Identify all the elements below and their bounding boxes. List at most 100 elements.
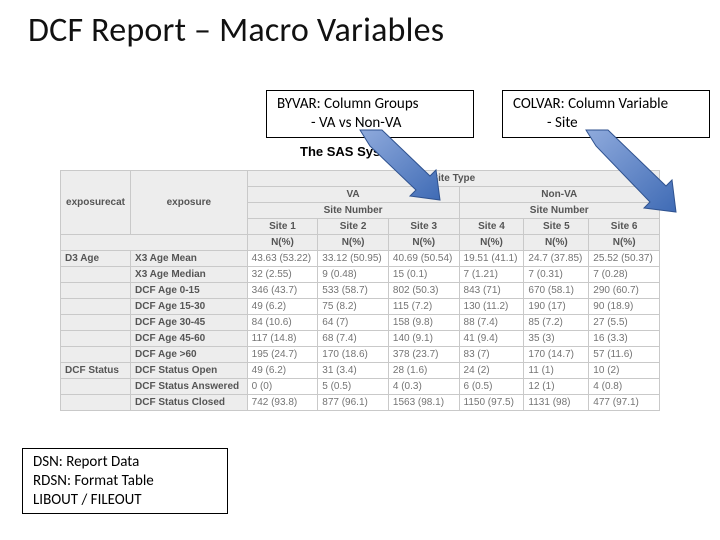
cell-value: 49 (6.2) xyxy=(247,363,318,379)
sas-system-title: The SAS System xyxy=(300,144,403,159)
cell-cat xyxy=(61,283,131,299)
cell-value: 170 (18.6) xyxy=(318,347,389,363)
cell-value: 85 (7.2) xyxy=(524,315,589,331)
cell-value: 83 (7) xyxy=(459,347,524,363)
col-metric: N(%) xyxy=(589,235,660,251)
cell-value: 533 (58.7) xyxy=(318,283,389,299)
cell-exposure: DCF Status Answered xyxy=(131,379,248,395)
col-metric: N(%) xyxy=(524,235,589,251)
col-group-nonva: Non-VA xyxy=(459,187,659,203)
col-sitenum: Site Number xyxy=(459,203,659,219)
col-exposurecat: exposurecat xyxy=(61,171,131,235)
cell-value: 49 (6.2) xyxy=(247,299,318,315)
col-metric: N(%) xyxy=(459,235,524,251)
cell-value: 10 (2) xyxy=(589,363,660,379)
cell-exposure: DCF Status Closed xyxy=(131,395,248,411)
cell-value: 4 (0.8) xyxy=(589,379,660,395)
cell-value: 170 (14.7) xyxy=(524,347,589,363)
cell-value: 40.69 (50.54) xyxy=(388,251,459,267)
cell-cat: D3 Age xyxy=(61,251,131,267)
cell-value: 27 (5.5) xyxy=(589,315,660,331)
cell-value: 742 (93.8) xyxy=(247,395,318,411)
cell-value: 9 (0.48) xyxy=(318,267,389,283)
callout-dsn: DSN: Report Data RDSN: Format Table LIBO… xyxy=(22,448,228,514)
cell-value: 158 (9.8) xyxy=(388,315,459,331)
col-group-va: VA xyxy=(247,187,459,203)
cell-value: 90 (18.9) xyxy=(589,299,660,315)
cell-value: 7 (0.31) xyxy=(524,267,589,283)
col-metric: N(%) xyxy=(247,235,318,251)
callout-line: DSN: Report Data xyxy=(33,453,217,472)
col-site: Site 1 xyxy=(247,219,318,235)
cell-value: 346 (43.7) xyxy=(247,283,318,299)
cell-value: 1563 (98.1) xyxy=(388,395,459,411)
callout-line: BYVAR: Column Groups xyxy=(277,95,463,114)
cell-value: 25.52 (50.37) xyxy=(589,251,660,267)
cell-cat xyxy=(61,299,131,315)
cell-value: 19.51 (41.1) xyxy=(459,251,524,267)
cell-value: 16 (3.3) xyxy=(589,331,660,347)
cell-value: 5 (0.5) xyxy=(318,379,389,395)
cell-value: 130 (11.2) xyxy=(459,299,524,315)
cell-value: 12 (1) xyxy=(524,379,589,395)
callout-line: - VA vs Non-VA xyxy=(277,114,463,133)
cell-exposure: DCF Status Open xyxy=(131,363,248,379)
cell-value: 33.12 (50.95) xyxy=(318,251,389,267)
col-site: Site 5 xyxy=(524,219,589,235)
callout-line: LIBOUT / FILEOUT xyxy=(33,491,217,510)
col-sitenum: Site Number xyxy=(247,203,459,219)
cell-value: 115 (7.2) xyxy=(388,299,459,315)
cell-exposure: X3 Age Mean xyxy=(131,251,248,267)
cell-cat xyxy=(61,347,131,363)
cell-value: 57 (11.6) xyxy=(589,347,660,363)
report-table: exposurecat exposure Site Type VA Non-VA… xyxy=(60,170,660,411)
cell-value: 35 (3) xyxy=(524,331,589,347)
cell-value: 1150 (97.5) xyxy=(459,395,524,411)
col-metric: N(%) xyxy=(388,235,459,251)
cell-value: 41 (9.4) xyxy=(459,331,524,347)
cell-value: 195 (24.7) xyxy=(247,347,318,363)
cell-value: 117 (14.8) xyxy=(247,331,318,347)
cell-value: 31 (3.4) xyxy=(318,363,389,379)
cell-value: 7 (1.21) xyxy=(459,267,524,283)
cell-value: 75 (8.2) xyxy=(318,299,389,315)
cell-value: 88 (7.4) xyxy=(459,315,524,331)
cell-value: 24 (2) xyxy=(459,363,524,379)
cell-exposure: DCF Age 30-45 xyxy=(131,315,248,331)
cell-value: 4 (0.3) xyxy=(388,379,459,395)
cell-exposure: DCF Age 45-60 xyxy=(131,331,248,347)
cell-value: 140 (9.1) xyxy=(388,331,459,347)
cell-value: 15 (0.1) xyxy=(388,267,459,283)
callout-line: COLVAR: Column Variable xyxy=(513,95,699,114)
cell-value: 290 (60.7) xyxy=(589,283,660,299)
cell-value: 1131 (98) xyxy=(524,395,589,411)
cell-value: 477 (97.1) xyxy=(589,395,660,411)
col-site: Site 4 xyxy=(459,219,524,235)
cell-value: 43.63 (53.22) xyxy=(247,251,318,267)
col-metric: N(%) xyxy=(318,235,389,251)
cell-value: 0 (0) xyxy=(247,379,318,395)
cell-value: 24.7 (37.85) xyxy=(524,251,589,267)
cell-cat xyxy=(61,315,131,331)
col-sitetype: Site Type xyxy=(247,171,659,187)
cell-value: 670 (58.1) xyxy=(524,283,589,299)
col-exposure: exposure xyxy=(131,171,248,235)
col-site: Site 3 xyxy=(388,219,459,235)
callout-line: - Site xyxy=(513,114,699,133)
cell-cat xyxy=(61,395,131,411)
cell-exposure: DCF Age 15-30 xyxy=(131,299,248,315)
cell-value: 802 (50.3) xyxy=(388,283,459,299)
cell-cat xyxy=(61,331,131,347)
callout-byvar: BYVAR: Column Groups - VA vs Non-VA xyxy=(266,90,474,138)
cell-value: 877 (96.1) xyxy=(318,395,389,411)
cell-exposure: DCF Age >60 xyxy=(131,347,248,363)
cell-value: 32 (2.55) xyxy=(247,267,318,283)
cell-exposure: X3 Age Median xyxy=(131,267,248,283)
cell-value: 378 (23.7) xyxy=(388,347,459,363)
cell-value: 64 (7) xyxy=(318,315,389,331)
col-site: Site 6 xyxy=(589,219,660,235)
cell-value: 7 (0.28) xyxy=(589,267,660,283)
callout-colvar: COLVAR: Column Variable - Site xyxy=(502,90,710,138)
cell-value: 84 (10.6) xyxy=(247,315,318,331)
col-site: Site 2 xyxy=(318,219,389,235)
